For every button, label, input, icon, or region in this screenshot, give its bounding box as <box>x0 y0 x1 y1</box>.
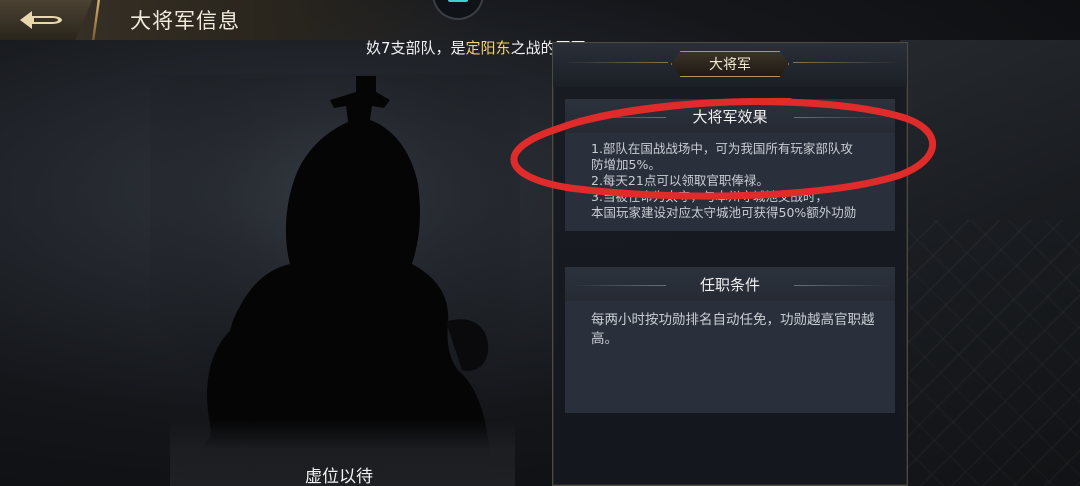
subtitle-highlight: 定阳东 <box>465 39 511 57</box>
effect-line: 防增加5%。 <box>591 157 661 172</box>
tab-general[interactable]: 大将军 <box>671 51 789 77</box>
info-panel: 大将军 大将军效果 1.部队在国战战场中，可为我国所有玩家部队攻 防增加5%。 … <box>552 42 908 486</box>
effect-heading: 大将军效果 <box>565 99 895 133</box>
page-title: 大将军信息 <box>130 9 240 33</box>
effect-body: 1.部队在国战战场中，可为我国所有玩家部队攻 防增加5%。 2.每天21点可以领… <box>565 133 895 231</box>
back-arrow-icon <box>20 11 62 29</box>
background-city-walls <box>905 220 1080 486</box>
effect-section: 大将军效果 1.部队在国战战场中，可为我国所有玩家部队攻 防增加5%。 2.每天… <box>565 99 895 231</box>
condition-body: 每两小时按功勋排名自动任免，功勋越高官职越高。 <box>565 301 895 359</box>
condition-heading: 任职条件 <box>565 267 895 301</box>
effect-line: 3.当被任命为太守，与本州守城池交战时， <box>591 189 828 204</box>
tab-decoration-right <box>793 62 898 63</box>
subtitle-prefix: 奺7支部队，是 <box>366 39 466 57</box>
effect-line: 本国玩家建设对应太守城池可获得50%额外功勋 <box>591 205 857 220</box>
effect-line: 2.每天21点可以领取官职俸禄。 <box>591 173 769 188</box>
tab-general-label: 大将军 <box>709 57 751 73</box>
nameplate-label: 虚位以待 <box>305 467 373 486</box>
condition-heading-label: 任职条件 <box>699 275 760 294</box>
effect-line: 1.部队在国战战场中，可为我国所有玩家部队攻 <box>591 141 853 156</box>
status-indicator-icon <box>448 0 468 2</box>
effect-heading-label: 大将军效果 <box>692 107 768 126</box>
condition-section: 任职条件 每两小时按功勋排名自动任免，功勋越高官职越高。 <box>565 267 895 413</box>
tab-decoration-left <box>563 62 668 63</box>
condition-text: 每两小时按功勋排名自动任免，功勋越高官职越高。 <box>591 312 875 347</box>
